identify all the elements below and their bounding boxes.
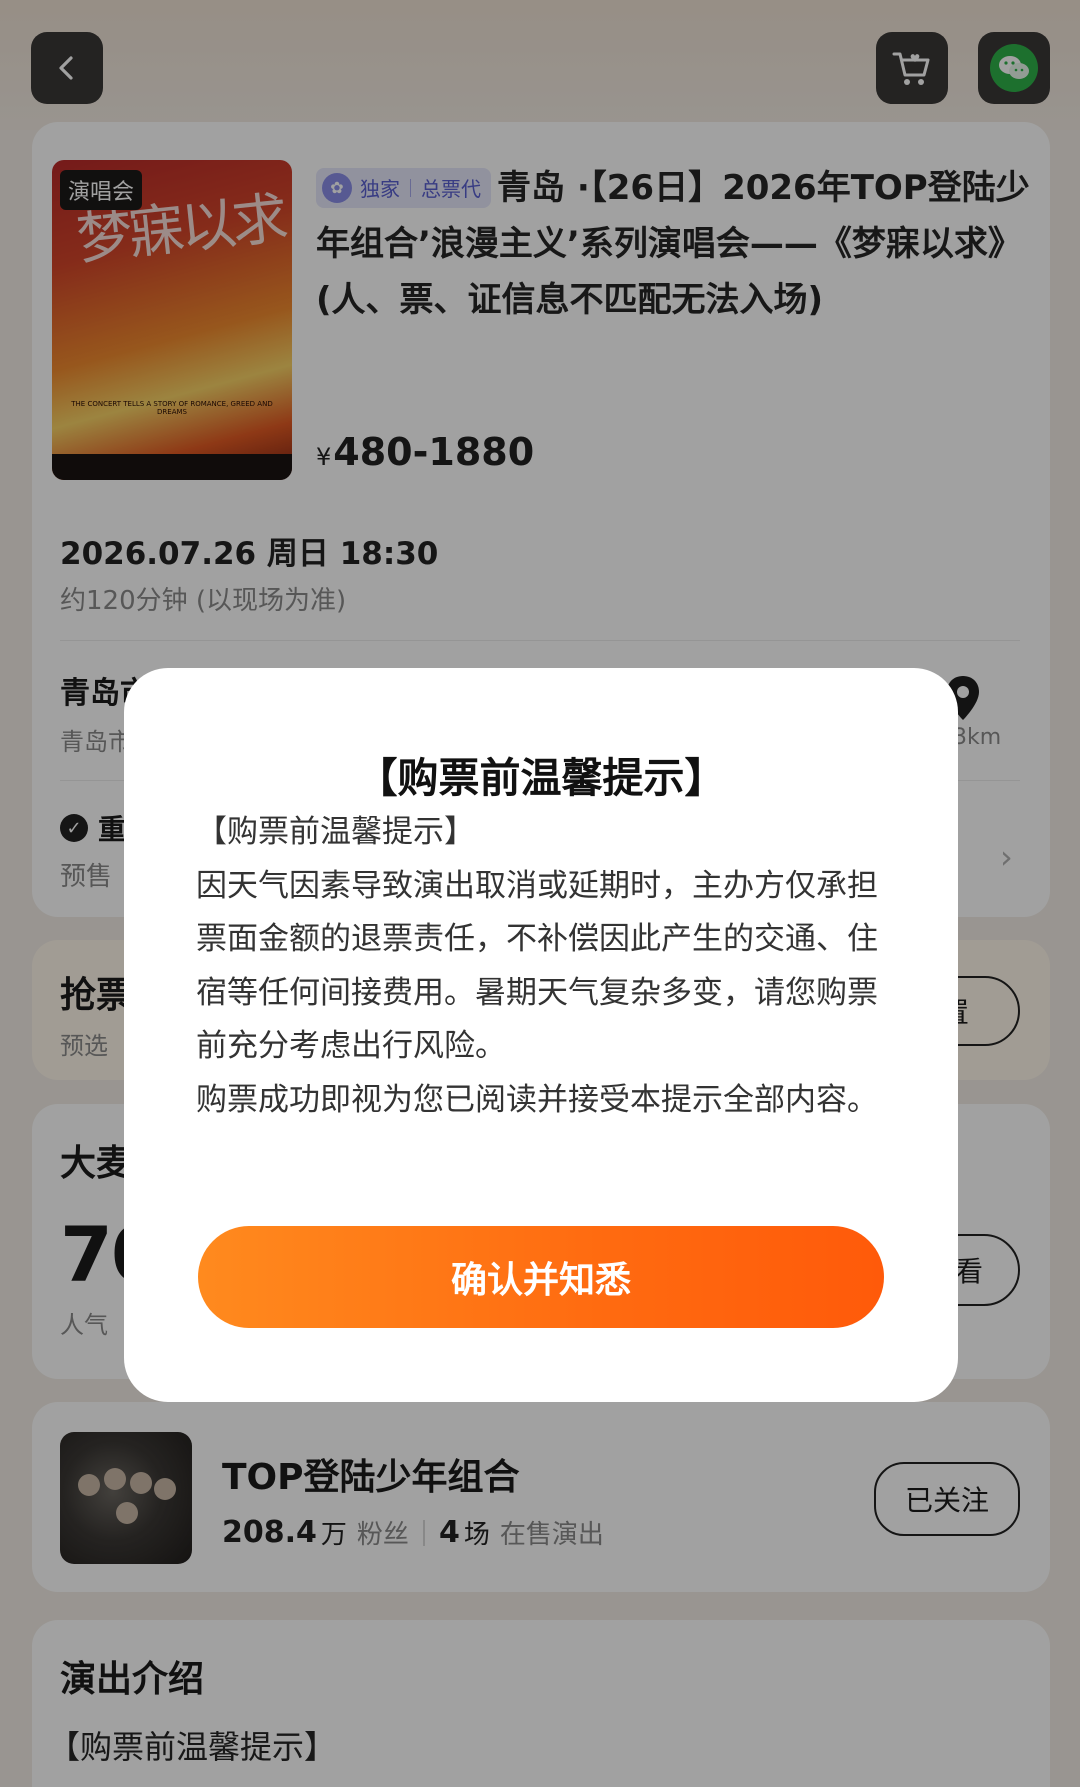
dialog-heading: 【购票前温馨提示】 [196, 814, 475, 850]
dialog-body: 【购票前温馨提示】 因天气因素导致演出取消或延期时，主办方仅承担票面金额的退票责… [196, 806, 896, 1127]
dialog-title: 【购票前温馨提示】 [356, 754, 726, 802]
dialog-paragraph-1: 因天气因素导致演出取消或延期时，主办方仅承担票面金额的退票责任，不补偿因此产生的… [196, 867, 878, 1065]
dialog-paragraph-2: 购票成功即视为您已阅读并接受本提示全部内容。 [196, 1081, 878, 1118]
purchase-notice-dialog: 【购票前温馨提示】 【购票前温馨提示】 因天气因素导致演出取消或延期时，主办方仅… [124, 668, 958, 1402]
confirm-button[interactable]: 确认并知悉 [198, 1226, 884, 1328]
